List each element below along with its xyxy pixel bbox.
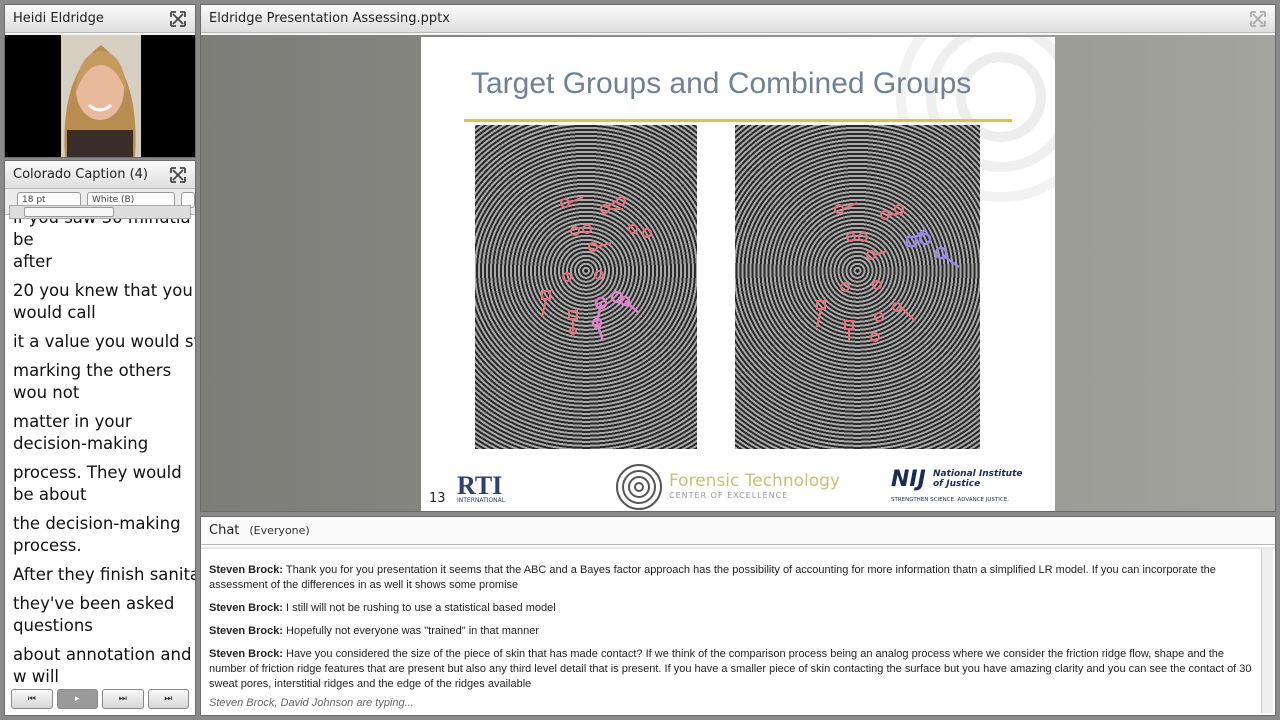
slide-stage: Target Groups and Combined Groups 13 RTI… — [201, 35, 1275, 511]
chat-text: Hopefully not everyone was "trained" in … — [286, 625, 540, 637]
chat-divider — [201, 547, 1275, 549]
chat-title: Chat — [209, 523, 240, 538]
share-pod-header: Eldridge Presentation Assessing.pptx — [201, 5, 1275, 33]
chat-sender: Steven Brock: — [209, 564, 283, 576]
caption-line: they've been asked questions — [13, 594, 175, 635]
fingerprint-image-left — [475, 125, 697, 449]
fingerprint-image-right — [735, 125, 980, 449]
caption-title: Colorado Caption (4) — [13, 167, 148, 182]
caption-pod-header: Colorado Caption (4) — [5, 161, 195, 189]
rti-logo-sub: INTERNATIONAL — [457, 497, 506, 504]
rewind-button[interactable]: ⏮ — [11, 689, 53, 709]
chat-sender: Steven Brock: — [209, 625, 283, 637]
webcam-video — [5, 35, 195, 157]
chat-message: Steven Brock: I still will not be rushin… — [209, 601, 1257, 616]
rti-logo-text: RTI — [457, 471, 503, 500]
caption-line: 20 you knew that you would call — [13, 281, 193, 322]
play-button[interactable]: ▸ — [56, 689, 98, 709]
caption-pod: Colorado Caption (4) 18 pt White (B) if … — [4, 160, 196, 716]
chat-text: Thank you for you presentation it seems … — [209, 564, 1216, 591]
webcam-pod: Heidi Eldridge — [4, 4, 196, 158]
caption-line: matter in your decision-making — [13, 412, 149, 453]
chat-message: Steven Brock: Hopefully not everyone was… — [209, 624, 1257, 639]
forensic-tech-logo: Forensic Technology CENTER OF EXCELLENCE — [615, 463, 840, 511]
webcam-title: Heidi Eldridge — [13, 11, 104, 26]
caption-line: it a value you would sto — [13, 332, 195, 351]
chat-sender: Steven Brock: — [209, 648, 283, 660]
scroll-thumb[interactable] — [24, 207, 114, 217]
nij-logo-name: National Institute of Justice — [933, 469, 1023, 489]
chat-message: Steven Brock: Have you considered the si… — [209, 647, 1257, 692]
webcam-pod-header: Heidi Eldridge — [5, 5, 195, 33]
nij-logo-text: NIJ — [891, 467, 926, 492]
document-title: Eldridge Presentation Assessing.pptx — [209, 11, 450, 26]
chat-scrollbar[interactable] — [1261, 549, 1273, 713]
chat-text: I still will not be rushing to use a sta… — [286, 602, 556, 614]
chat-text: Have you considered the size of the piec… — [209, 648, 1252, 690]
maximize-icon[interactable] — [1249, 10, 1267, 28]
forensic-tech-icon — [616, 464, 662, 510]
forensic-tech-sub: CENTER OF EXCELLENCE — [669, 491, 789, 500]
slide-divider — [464, 119, 1012, 122]
rti-logo: RTI INTERNATIONAL — [457, 471, 505, 504]
chat-audience[interactable]: (Everyone) — [249, 524, 309, 537]
typing-indicator: Steven Brock, David Johnson are typing..… — [209, 697, 414, 709]
nij-logo: NIJ National Institute of Justice STRENG… — [891, 467, 1051, 509]
caption-line: marking the others wou not — [13, 361, 172, 402]
slide: Target Groups and Combined Groups 13 RTI… — [421, 37, 1055, 511]
horizontal-scrollbar[interactable] — [9, 205, 191, 219]
caption-line: after — [13, 252, 53, 271]
caption-line: about annotation and w will — [13, 645, 192, 686]
forensic-tech-text: Forensic Technology — [669, 471, 840, 491]
maximize-icon[interactable] — [169, 166, 187, 184]
chat-messages: Steven Brock: Thank you for you presenta… — [209, 563, 1257, 700]
chat-message: Steven Brock: Thank you for you presenta… — [209, 563, 1257, 593]
chat-sender: Steven Brock: — [209, 602, 283, 614]
forward-button[interactable]: ⏭ — [102, 689, 144, 709]
caption-line: the decision-making process. — [13, 514, 181, 555]
maximize-icon[interactable] — [169, 10, 187, 28]
chat-pod-header: Chat (Everyone) — [201, 517, 1275, 545]
share-pod: Eldridge Presentation Assessing.pptx Tar… — [200, 4, 1276, 512]
nij-tagline: STRENGTHEN SCIENCE. ADVANCE JUSTICE. — [891, 497, 1009, 503]
slide-number: 13 — [429, 491, 446, 506]
caption-line: if you saw 30 minutia be — [13, 219, 191, 249]
chat-pod: Chat (Everyone) Steven Brock: Thank you … — [200, 516, 1276, 716]
caption-text: if you saw 30 minutia be after 20 you kn… — [13, 219, 195, 687]
caption-controls: ⏮ ▸ ⏭ ⏭ — [11, 689, 189, 709]
end-button[interactable]: ⏭ — [147, 689, 189, 709]
caption-line: After they finish sanitati — [13, 565, 195, 584]
caption-line: process. They would be about — [13, 463, 182, 504]
slide-title: Target Groups and Combined Groups — [471, 67, 972, 100]
